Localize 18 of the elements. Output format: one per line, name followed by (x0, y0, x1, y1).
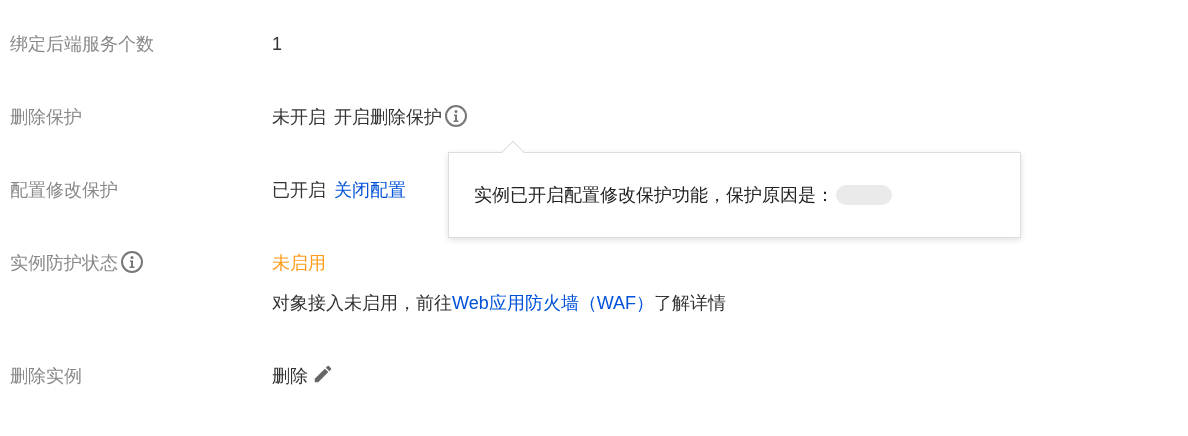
field-label: 配置修改保护 (10, 179, 118, 202)
field-label: 删除实例 (10, 365, 82, 388)
tooltip-text: 实例已开启配置修改保护功能，保护原因是： (474, 183, 834, 207)
field-label: 实例防护状态 (10, 252, 118, 275)
info-icon[interactable] (444, 104, 468, 128)
waf-link[interactable]: Web应用防火墙（WAF） (452, 293, 654, 313)
field-value: 1 (272, 34, 282, 54)
status-text: 未开启 (272, 107, 326, 127)
status-text: 未启用 (272, 252, 327, 275)
delete-link[interactable]: 删除 (272, 366, 308, 386)
info-icon[interactable] (120, 250, 144, 274)
action-link[interactable]: 开启删除保护 (334, 107, 442, 127)
status-text: 已开启 (272, 180, 326, 200)
edit-icon[interactable] (312, 363, 334, 385)
action-link[interactable]: 关闭配置 (334, 180, 406, 200)
field-label: 删除保护 (10, 106, 82, 129)
description-text: 对象接入未启用，前往Web应用防火墙（WAF）了解详情 (272, 292, 726, 315)
field-label: 绑定后端服务个数 (10, 33, 154, 56)
